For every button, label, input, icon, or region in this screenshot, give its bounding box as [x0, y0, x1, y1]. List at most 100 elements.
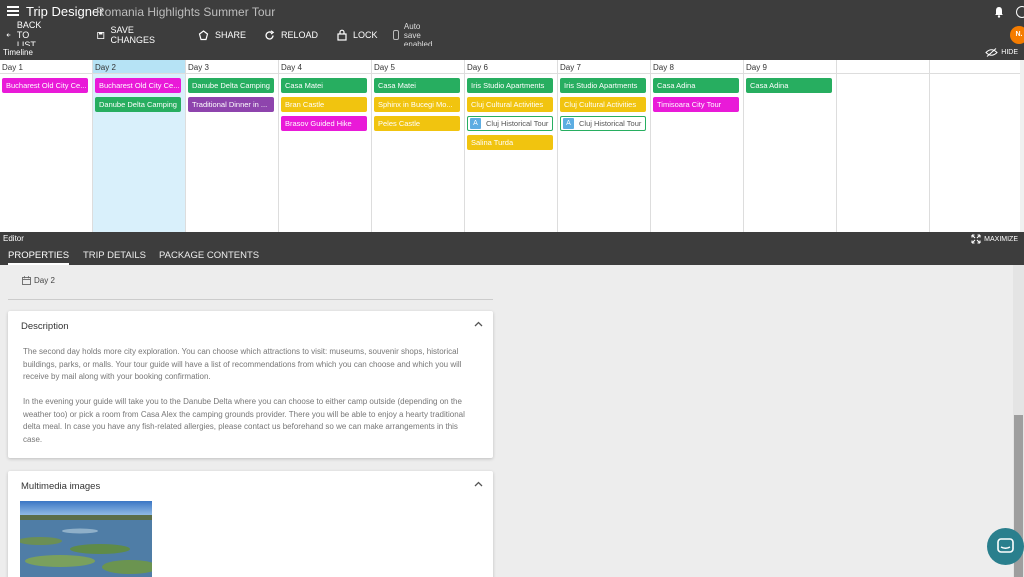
top-bar: Trip Designer Romania Highlights Summer …	[0, 0, 1024, 50]
autosave-checkbox[interactable]	[393, 30, 399, 40]
timeline-item[interactable]: Casa Adina	[653, 78, 739, 93]
timeline-item-label: Cluj Historical Tour	[486, 119, 549, 128]
timeline-day-column[interactable]: Day 9 Casa Adina	[744, 60, 837, 232]
chevron-up-icon[interactable]	[474, 321, 483, 327]
item-badge: A	[470, 118, 481, 129]
lock-icon	[337, 29, 347, 41]
timeline-item[interactable]: Traditional Dinner in ...	[188, 97, 274, 112]
item-badge: A	[563, 118, 574, 129]
breadcrumb-day: Day 2	[34, 276, 55, 285]
timeline-header: Timeline HIDE	[0, 46, 1024, 60]
maximize-icon	[971, 234, 981, 244]
maximize-button[interactable]: MAXIMIZE	[971, 234, 1018, 244]
day-header: Day 5	[372, 60, 464, 74]
timeline-day-column[interactable]: Day 8 Casa Adina Timisoara City Tour	[651, 60, 744, 232]
delta-landscape-image	[20, 501, 152, 577]
timeline-day-column[interactable]: Day 6 Iris Studio Apartments Cluj Cultural…	[465, 60, 558, 232]
description-body: The second day holds more city explorati…	[23, 346, 478, 459]
day-header: Day 8	[651, 60, 743, 74]
timeline-item-label: Cluj Historical Tour	[579, 119, 642, 128]
hide-label: HIDE	[1001, 49, 1018, 56]
save-changes-label: SAVE CHANGES	[110, 25, 156, 45]
timeline-item[interactable]: A Cluj Historical Tour	[560, 116, 646, 131]
day-header-empty	[930, 60, 1022, 74]
save-icon	[97, 31, 105, 39]
reload-label: RELOAD	[281, 30, 319, 40]
breadcrumb-divider	[8, 299, 493, 300]
day-header: Day 3	[186, 60, 278, 74]
day-header: Day 2	[93, 60, 185, 74]
timeline-item[interactable]: Bran Castle	[281, 97, 367, 112]
editor-header: Editor MAXIMIZE	[0, 232, 1024, 246]
timeline-day-column[interactable]: Day 5 Casa Matei Sphinx in Bucegi Mo... Pel…	[372, 60, 465, 232]
multimedia-title: Multimedia images	[21, 481, 101, 492]
timeline-item[interactable]: Cluj Cultural Activities	[560, 97, 646, 112]
timeline-item[interactable]: Peles Castle	[374, 116, 460, 131]
autosave-label: Auto save enabled	[403, 21, 433, 49]
description-paragraph: The second day holds more city explorati…	[23, 347, 462, 381]
editor-tabs: PROPERTIES TRIP DETAILS PACKAGE CONTENTS	[0, 246, 1024, 265]
timeline-day-column[interactable]: Day 7 Iris Studio Apartments Cluj Cultural…	[558, 60, 651, 232]
timeline-item[interactable]: A Cluj Historical Tour	[467, 116, 553, 131]
chevron-up-icon[interactable]	[474, 481, 483, 487]
timeline-item[interactable]: Danube Delta Camping	[95, 97, 181, 112]
timeline-item[interactable]: Iris Studio Apartments	[467, 78, 553, 93]
day-header-empty	[837, 60, 929, 74]
autosave-toggle[interactable]: Auto save enabled	[393, 22, 436, 49]
menu-icon[interactable]	[7, 6, 19, 16]
calendar-icon	[22, 276, 31, 285]
timeline-item[interactable]: Sphinx in Bucegi Mo...	[374, 97, 460, 112]
timeline-item[interactable]: Danube Delta Camping	[188, 78, 274, 93]
day-header: Day 9	[744, 60, 836, 74]
day-header: Day 6	[465, 60, 557, 74]
help-icon[interactable]	[1016, 6, 1024, 18]
hide-timeline-button[interactable]: HIDE	[985, 48, 1018, 57]
timeline-empty-column[interactable]	[930, 60, 1023, 232]
timeline-item[interactable]: Casa Adina	[746, 78, 832, 93]
timeline-item[interactable]: Iris Studio Apartments	[560, 78, 646, 93]
day-header: Day 1	[0, 60, 92, 74]
timeline-grid: Day 1 Bucharest Old City Ce... Day 2 Buchar…	[0, 60, 1023, 232]
multimedia-card: Multimedia images	[8, 471, 493, 577]
share-button[interactable]: SHARE	[198, 25, 246, 45]
timeline-item[interactable]: Casa Matei	[281, 78, 367, 93]
editor-label: Editor	[3, 234, 24, 243]
timeline-day-column[interactable]: Day 2 Bucharest Old City Ce... Danube Delt…	[93, 60, 186, 232]
timeline-item[interactable]: Bucharest Old City Ce...	[2, 78, 88, 93]
timeline-item[interactable]: Brasov Guided Hike	[281, 116, 367, 131]
tab-properties[interactable]: PROPERTIES	[8, 246, 70, 265]
reload-button[interactable]: RELOAD	[264, 25, 318, 45]
description-paragraph: In the evening your guide will take you …	[23, 397, 465, 444]
tab-trip-details[interactable]: TRIP DETAILS	[83, 246, 146, 265]
timeline-empty-column[interactable]	[837, 60, 930, 232]
timeline-item[interactable]: Timisoara City Tour	[653, 97, 739, 112]
timeline-day-column[interactable]: Day 4 Casa Matei Bran Castle Brasov Guided …	[279, 60, 372, 232]
multimedia-thumbnail[interactable]	[20, 501, 152, 577]
chat-icon	[997, 538, 1014, 553]
description-title: Description	[21, 321, 69, 332]
timeline-label: Timeline	[3, 48, 33, 57]
avatar[interactable]: N.	[1010, 26, 1024, 44]
timeline-item[interactable]: Casa Matei	[374, 78, 460, 93]
tab-package-contents[interactable]: PACKAGE CONTENTS	[159, 246, 259, 265]
breadcrumb: Day 2	[22, 276, 55, 285]
timeline-day-column[interactable]: Day 3 Danube Delta Camping Traditional Din…	[186, 60, 279, 232]
timeline-item[interactable]: Bucharest Old City Ce...	[95, 78, 181, 93]
timeline-day-column[interactable]: Day 1 Bucharest Old City Ce...	[0, 60, 93, 232]
share-label: SHARE	[215, 30, 247, 40]
timeline-item[interactable]: Salina Turda	[467, 135, 553, 150]
arrow-left-icon	[6, 33, 11, 37]
chat-button[interactable]	[987, 528, 1024, 565]
share-icon	[198, 29, 209, 40]
bell-icon[interactable]	[993, 6, 1005, 18]
day-header: Day 4	[279, 60, 371, 74]
description-card: Description The second day holds more ci…	[8, 311, 493, 458]
day-header: Day 7	[558, 60, 650, 74]
back-to-list-button[interactable]: BACK TO LIST	[6, 20, 47, 50]
timeline-item[interactable]: Cluj Cultural Activities	[467, 97, 553, 112]
save-changes-button[interactable]: SAVE CHANGES	[97, 25, 159, 45]
lock-label: LOCK	[353, 30, 378, 40]
lock-button[interactable]: LOCK	[337, 25, 378, 45]
header-row: Trip Designer Romania Highlights Summer …	[0, 0, 1024, 44]
maximize-label: MAXIMIZE	[984, 235, 1018, 243]
